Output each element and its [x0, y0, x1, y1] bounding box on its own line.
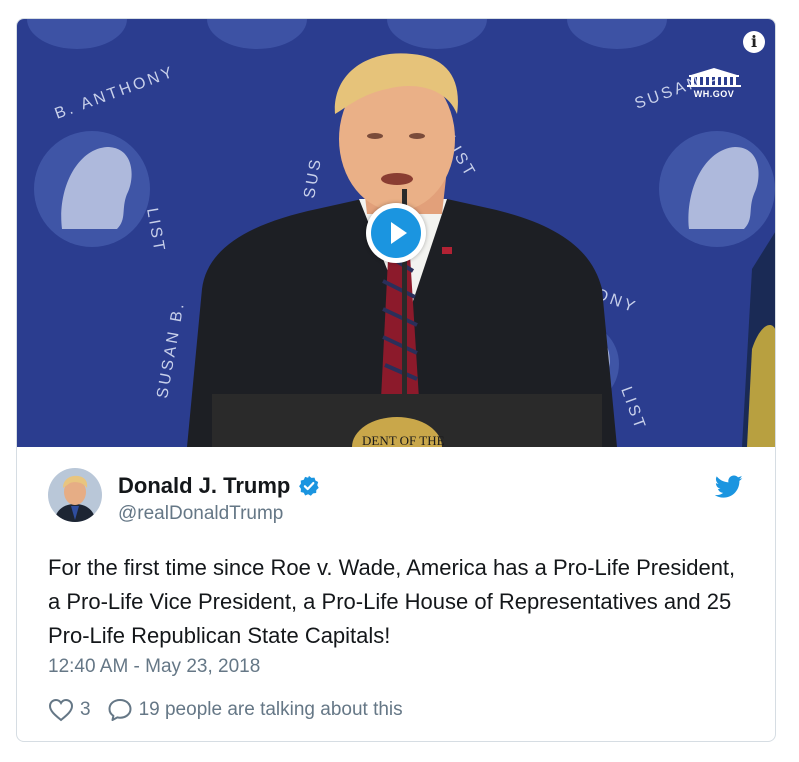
- tweet-text: For the first time since Roe v. Wade, Am…: [48, 555, 736, 648]
- tweet-timestamp[interactable]: 12:40 AM - May 23, 2018: [48, 656, 260, 678]
- author-name[interactable]: Donald J. Trump: [118, 473, 320, 499]
- author-handle[interactable]: @realDonaldTrump: [118, 503, 283, 525]
- twitter-bird-icon[interactable]: [715, 475, 743, 499]
- video-thumbnail[interactable]: B. ANTHONY LIST SUSAN B. ANTHONY LIST SU…: [17, 19, 775, 447]
- tweet-actions: 3 19 people are talking about this: [48, 697, 403, 723]
- like-count: 3: [80, 699, 91, 720]
- embedded-tweet-card: B. ANTHONY LIST SUSAN B. ANTHONY LIST SU…: [16, 18, 776, 742]
- avatar[interactable]: [48, 468, 102, 522]
- like-button[interactable]: 3: [48, 698, 91, 722]
- verified-badge-icon: [299, 475, 320, 496]
- play-icon: [391, 222, 407, 244]
- wh-gov-label: WH.GOV: [693, 89, 735, 99]
- author-name-text: Donald J. Trump: [118, 473, 291, 498]
- speech-bubble-icon: [108, 699, 132, 721]
- heart-icon: [48, 698, 74, 722]
- play-button[interactable]: [366, 203, 426, 263]
- podium-seal-text: DENT OF THE: [362, 433, 445, 447]
- info-icon[interactable]: i: [743, 31, 765, 53]
- wh-gov-logo: WH.GOV: [684, 67, 744, 99]
- white-house-icon: [687, 68, 741, 87]
- talking-link[interactable]: 19 people are talking about this: [107, 698, 403, 722]
- talking-count: 19 people are talking about this: [138, 699, 403, 720]
